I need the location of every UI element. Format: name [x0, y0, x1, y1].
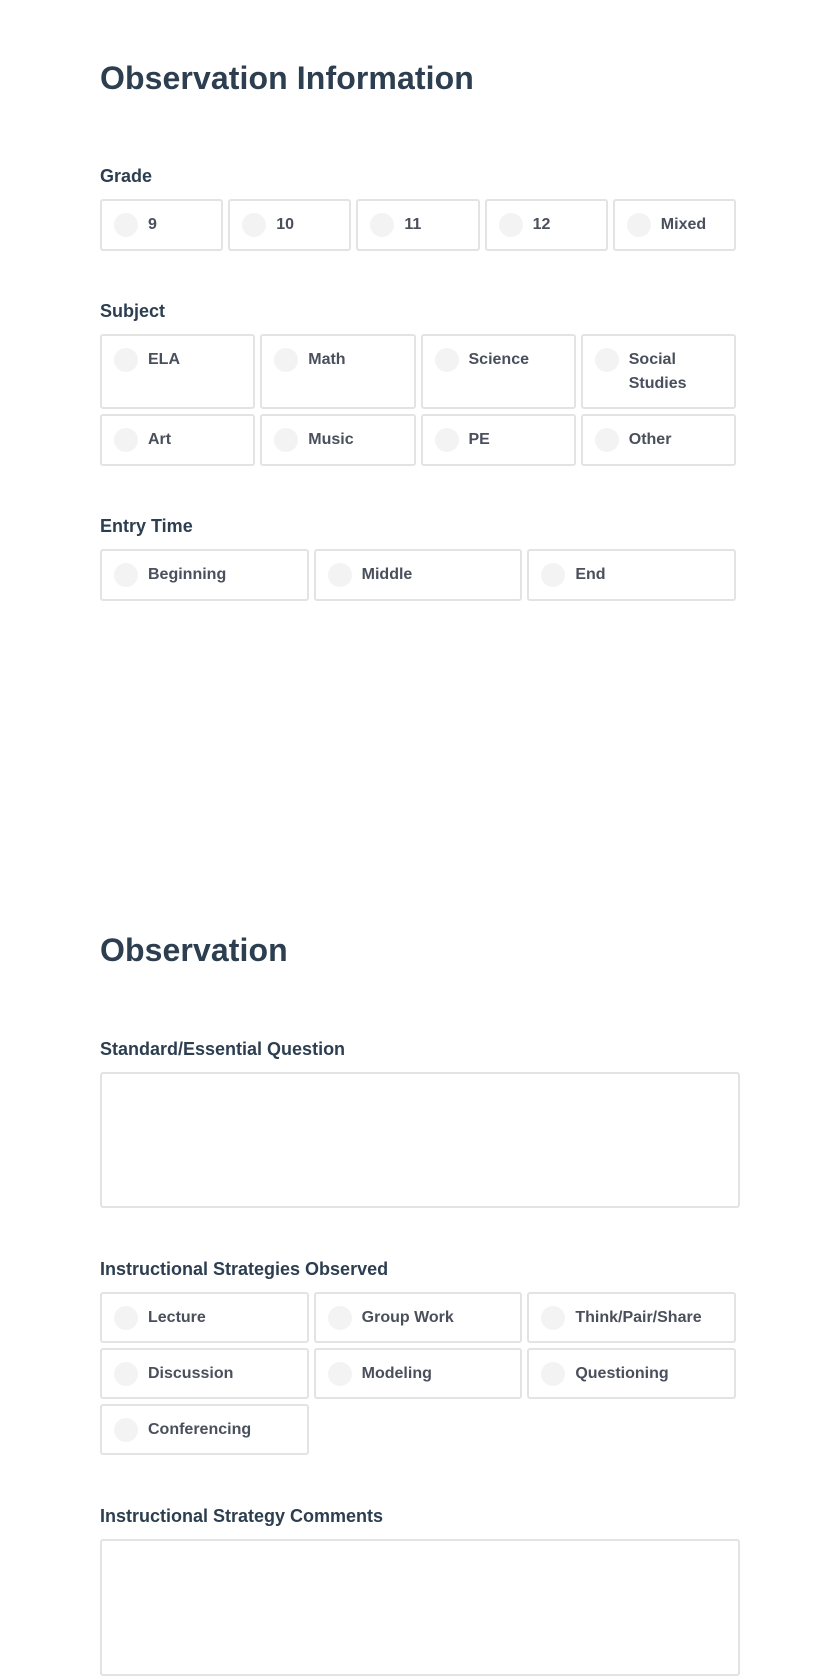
- option-label: Art: [148, 431, 172, 448]
- option-label: Mixed: [660, 216, 707, 233]
- subject-options: ELA Math Science Social Studies Art Musi…: [100, 334, 736, 466]
- option-label: PE: [468, 431, 490, 448]
- subject-option-social-studies[interactable]: Social Studies: [580, 334, 736, 409]
- section-title-observation: Observation: [100, 932, 288, 968]
- radio-icon[interactable]: [594, 428, 619, 452]
- radio-icon[interactable]: [434, 428, 459, 452]
- strategy-option-conferencing[interactable]: Conferencing: [100, 1404, 309, 1455]
- option-label: 10: [276, 216, 294, 233]
- strategy-option-modeling[interactable]: Modeling: [313, 1348, 523, 1399]
- checkbox-icon[interactable]: [114, 1362, 138, 1386]
- radio-icon[interactable]: [114, 348, 138, 372]
- radio-icon[interactable]: [498, 213, 523, 237]
- subject-option-science[interactable]: Science: [420, 334, 576, 409]
- checkbox-icon[interactable]: [114, 1418, 138, 1442]
- radio-icon[interactable]: [626, 213, 651, 237]
- subject-option-music[interactable]: Music: [260, 414, 416, 466]
- option-label: Science: [468, 351, 529, 368]
- checkbox-icon[interactable]: [327, 1362, 352, 1386]
- option-label: Questioning: [575, 1365, 669, 1382]
- radio-icon[interactable]: [327, 563, 352, 587]
- entry-time-label: Entry Time: [100, 516, 193, 536]
- checkbox-icon[interactable]: [114, 1306, 138, 1330]
- strategy-option-questioning[interactable]: Questioning: [527, 1348, 736, 1399]
- strategy-option-group-work[interactable]: Group Work: [313, 1292, 523, 1343]
- option-label: 11: [404, 216, 422, 233]
- grade-option-11[interactable]: 11: [356, 199, 480, 251]
- option-label: Modeling: [361, 1365, 432, 1382]
- radio-icon[interactable]: [434, 348, 459, 372]
- radio-icon[interactable]: [114, 428, 138, 452]
- option-label: Conferencing: [148, 1421, 252, 1438]
- radio-icon[interactable]: [370, 213, 395, 237]
- entry-time-option-middle[interactable]: Middle: [313, 549, 523, 601]
- standard-question-textarea[interactable]: [100, 1072, 740, 1208]
- checkbox-icon[interactable]: [541, 1306, 566, 1330]
- section-title-observation-information: Observation Information: [100, 60, 474, 96]
- radio-icon[interactable]: [274, 428, 299, 452]
- option-label: Lecture: [148, 1309, 206, 1326]
- strategy-option-lecture[interactable]: Lecture: [100, 1292, 309, 1343]
- subject-option-math[interactable]: Math: [260, 334, 416, 409]
- strategies-options: Lecture Group Work Think/Pair/Share Disc…: [100, 1292, 736, 1455]
- subject-option-other[interactable]: Other: [580, 414, 736, 466]
- option-label: End: [575, 566, 606, 583]
- option-label: 9: [148, 216, 157, 233]
- grade-label: Grade: [100, 166, 153, 186]
- subject-option-art[interactable]: Art: [100, 414, 256, 466]
- subject-label: Subject: [100, 301, 166, 321]
- option-label: ELA: [148, 351, 180, 368]
- checkbox-icon[interactable]: [541, 1362, 566, 1386]
- grade-option-9[interactable]: 9: [100, 199, 224, 251]
- strategy-option-discussion[interactable]: Discussion: [100, 1348, 309, 1399]
- subject-option-ela[interactable]: ELA: [100, 334, 256, 409]
- subject-option-pe[interactable]: PE: [420, 414, 576, 466]
- radio-icon[interactable]: [541, 563, 566, 587]
- entry-time-option-beginning[interactable]: Beginning: [100, 549, 309, 601]
- option-label: Other: [628, 431, 672, 448]
- grade-option-10[interactable]: 10: [228, 199, 352, 251]
- grade-option-mixed[interactable]: Mixed: [612, 199, 736, 251]
- strategy-comments-label: Instructional Strategy Comments: [100, 1506, 384, 1526]
- checkbox-icon[interactable]: [327, 1306, 352, 1330]
- option-label: Discussion: [148, 1365, 234, 1382]
- entry-time-options: Beginning Middle End: [100, 549, 736, 601]
- radio-icon[interactable]: [274, 348, 299, 372]
- option-label: Music: [308, 431, 354, 448]
- option-label: Group Work: [361, 1309, 454, 1326]
- grade-options: 9 10 11 12 Mixed: [100, 199, 736, 251]
- option-label: Beginning: [148, 566, 227, 583]
- option-label: Math: [308, 351, 346, 368]
- entry-time-option-end[interactable]: End: [527, 549, 736, 601]
- radio-icon[interactable]: [594, 348, 619, 372]
- radio-icon[interactable]: [114, 563, 138, 587]
- grade-option-12[interactable]: 12: [484, 199, 608, 251]
- strategies-label: Instructional Strategies Observed: [100, 1259, 389, 1279]
- option-label: 12: [532, 216, 551, 233]
- option-label: Middle: [361, 566, 413, 583]
- option-label: Think/Pair/Share: [575, 1309, 702, 1326]
- radio-icon[interactable]: [242, 213, 267, 237]
- strategy-comments-textarea[interactable]: [100, 1539, 740, 1676]
- standard-question-label: Standard/Essential Question: [100, 1039, 346, 1059]
- strategy-option-think-pair-share[interactable]: Think/Pair/Share: [527, 1292, 736, 1343]
- radio-icon[interactable]: [114, 213, 138, 237]
- option-label: Social Studies: [628, 351, 687, 392]
